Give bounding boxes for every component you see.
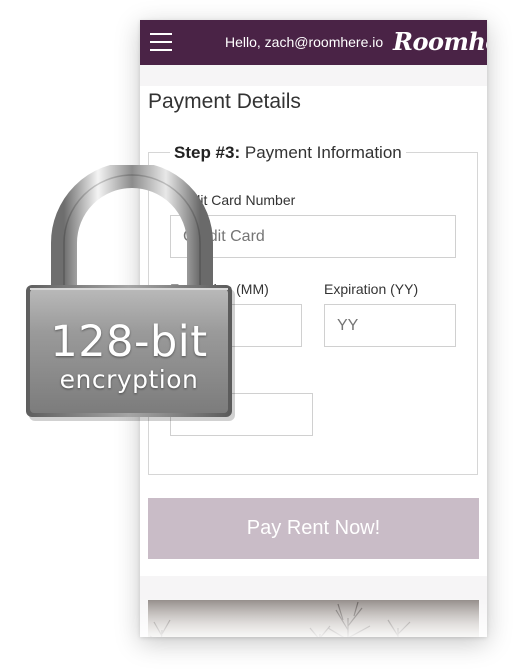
bottom-fade [140,597,487,637]
step-number: Step #3: [174,143,241,162]
pay-rent-button[interactable]: Pay Rent Now! [148,498,479,559]
lock-line-1: 128-bit [50,317,208,367]
app-header: Hello, zach@roomhere.io Roomhere [140,20,487,65]
lock-line-2: encryption [59,365,199,394]
lock-badge-text: 128-bit encryption [30,318,228,394]
step-title: Payment Information [244,143,402,162]
step-legend: Step #3: Payment Information [170,143,406,163]
roomhere-logo[interactable]: Roomhere [393,27,487,56]
page-title: Payment Details [148,90,301,113]
exp-year-input[interactable] [324,304,456,347]
exp-year-label: Expiration (YY) [324,281,419,297]
menu-icon[interactable] [150,33,172,51]
user-greeting: Hello, zach@roomhere.io [225,34,384,50]
